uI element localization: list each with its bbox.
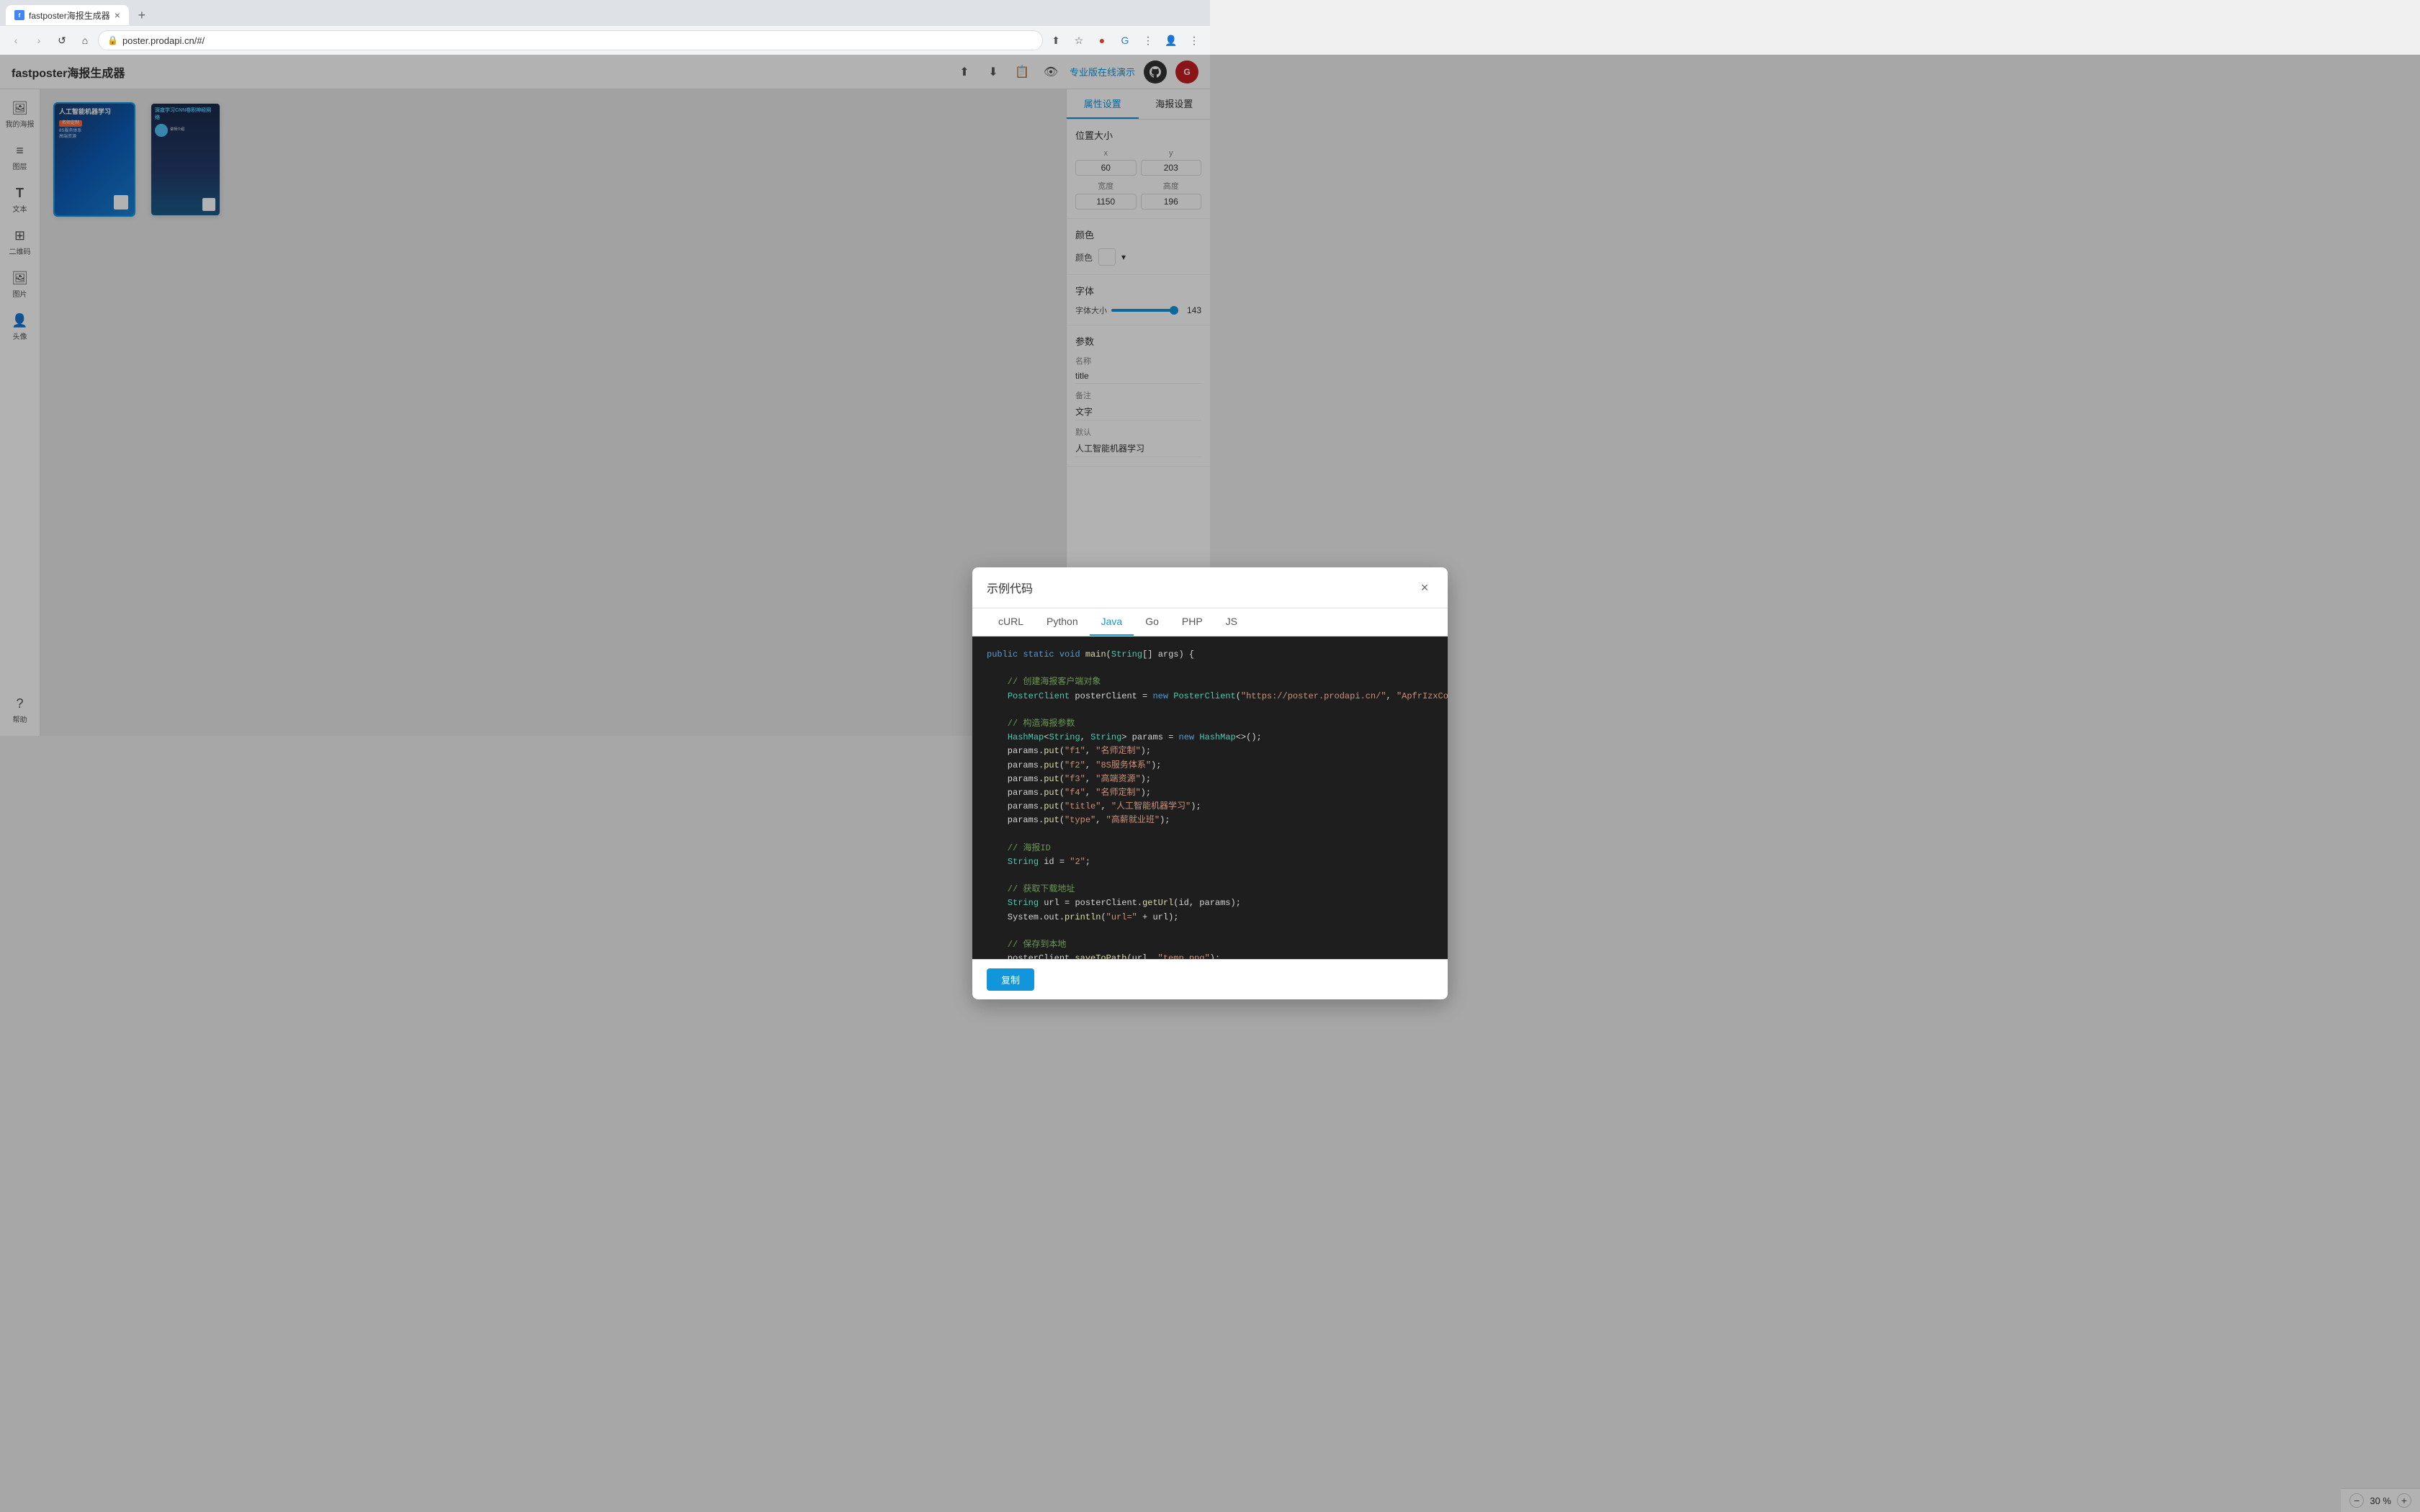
tab-close-icon[interactable]: × [115,10,120,20]
modal-tabs: cURL Python Java Go PHP JS [972,608,1448,636]
tab-favicon: f [14,10,24,20]
extension-icon1[interactable]: ● [1092,30,1112,50]
home-button[interactable]: ⌂ [75,30,95,50]
nav-icons: ⬆ ☆ ● G ⋮ 👤 ⋮ [1046,30,1204,50]
nav-bar: ‹ › ↺ ⌂ 🔒 poster.prodapi.cn/#/ ⬆ ☆ ● G ⋮… [0,26,1210,55]
modal-close-button[interactable]: × [1416,579,1433,596]
tab-js[interactable]: JS [1214,608,1249,636]
browser-tab-bar: f fastposter海报生成器 × + [0,0,1210,26]
back-button[interactable]: ‹ [6,30,26,50]
modal-body: public static void main(String[] args) {… [972,636,1448,959]
active-tab[interactable]: f fastposter海报生成器 × [6,5,129,25]
tab-curl[interactable]: cURL [987,608,1035,636]
copy-button[interactable]: 复制 [987,968,1034,991]
modal-dialog: 示例代码 × cURL Python Java Go PHP JS public… [972,567,1448,999]
reload-button[interactable]: ↺ [52,30,72,50]
extension-icon2[interactable]: G [1115,30,1135,50]
share-icon[interactable]: ⬆ [1046,30,1066,50]
close-icon: × [1421,580,1429,595]
new-tab-button[interactable]: + [132,5,152,25]
modal-title: 示例代码 [987,579,1416,596]
modal-footer: 复制 [972,959,1448,999]
forward-button[interactable]: › [29,30,49,50]
extension-icon3[interactable]: ⋮ [1138,30,1158,50]
tab-python[interactable]: Python [1035,608,1090,636]
address-text: poster.prodapi.cn/#/ [122,35,1034,46]
lock-icon: 🔒 [107,35,118,45]
bookmark-icon[interactable]: ☆ [1069,30,1089,50]
modal-overlay[interactable]: 示例代码 × cURL Python Java Go PHP JS public… [0,55,2420,1512]
tab-java[interactable]: Java [1090,608,1134,636]
menu-button[interactable]: ⋮ [1184,30,1204,50]
tab-go[interactable]: Go [1134,608,1170,636]
code-block: public static void main(String[] args) {… [972,636,1448,959]
tab-php[interactable]: PHP [1170,608,1214,636]
profile-icon[interactable]: 👤 [1161,30,1181,50]
address-bar[interactable]: 🔒 poster.prodapi.cn/#/ [98,30,1043,50]
modal-header: 示例代码 × [972,567,1448,608]
tab-title: fastposter海报生成器 [29,9,110,22]
